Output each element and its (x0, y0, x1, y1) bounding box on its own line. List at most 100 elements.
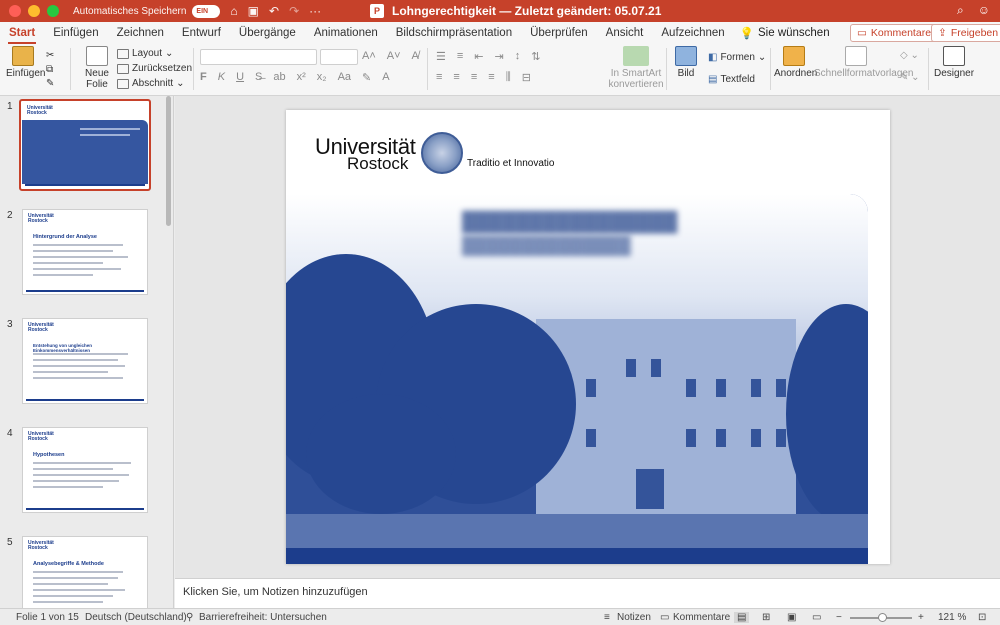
fit-slide-icon[interactable]: ⊡ (978, 612, 986, 623)
line-spacing-icon[interactable]: ↕ (515, 50, 521, 63)
close-window-button[interactable] (9, 5, 21, 17)
normal-view-icon[interactable]: ▤ (734, 612, 750, 623)
outdent-icon[interactable]: ⇤ (474, 50, 483, 63)
format-painter-icon[interactable]: ✎ (46, 78, 54, 89)
strikethrough-icon[interactable]: S̶ (255, 71, 262, 84)
highlight-icon[interactable]: ✎ (362, 71, 371, 84)
font-color-icon[interactable]: A (382, 71, 389, 84)
tab-design[interactable]: Entwurf (173, 22, 230, 44)
title-photo: ████████████████ ██████████████ (286, 194, 868, 548)
layout-button[interactable]: Layout ⌄ (117, 48, 173, 59)
tab-review[interactable]: Überprüfen (521, 22, 597, 44)
align-tools: ≡ ≡ ≡ ≡ ⫼ ⊟ (436, 71, 531, 84)
slide-thumbnail-4[interactable]: Universität Rostock Hypothesen (22, 427, 148, 513)
save-icon[interactable]: ▣ (248, 4, 259, 18)
tab-slideshow[interactable]: Bildschirmpräsentation (387, 22, 521, 44)
home-icon[interactable]: ⌂ (230, 4, 237, 18)
align-right-icon[interactable]: ≡ (471, 71, 477, 84)
tab-animations[interactable]: Animationen (305, 22, 387, 44)
bullet-list-icon[interactable]: ☰ (436, 50, 446, 63)
reading-view-icon[interactable]: ▣ (787, 612, 796, 623)
font-name-field[interactable] (200, 49, 317, 65)
columns-icon[interactable]: ⫼ (506, 71, 511, 84)
slide-thumbnail-5[interactable]: Universität Rostock Analysebegriffe & Met… (22, 536, 148, 608)
tab-view[interactable]: Ansicht (597, 22, 653, 44)
more-icon[interactable]: ··· (309, 4, 321, 18)
quick-styles-button[interactable]: Schnellformatvorlagen (814, 46, 914, 79)
zoom-in-icon[interactable]: + (918, 612, 924, 623)
indent-icon[interactable]: ⇥ (495, 50, 504, 63)
zoom-window-button[interactable] (47, 5, 59, 17)
slide-thumbnail-1[interactable]: Universität Rostock (19, 99, 151, 191)
tab-record[interactable]: Aufzeichnen (652, 22, 733, 44)
case-icon[interactable]: Aa (338, 71, 351, 84)
accessibility-status[interactable]: Barrierefreiheit: Untersuchen (199, 612, 327, 623)
copy-icon[interactable]: ⧉ (46, 64, 53, 75)
language-status[interactable]: Deutsch (Deutschland) (85, 612, 187, 623)
align-center-icon[interactable]: ≡ (453, 71, 459, 84)
redo-icon[interactable]: ↷ (289, 4, 299, 18)
arrange-button[interactable]: Anordnen (774, 46, 817, 79)
tell-me[interactable]: 💡 Sie wünschen (740, 26, 830, 40)
layout-icon (117, 48, 129, 59)
photo-building (536, 319, 796, 519)
subscript-icon[interactable]: x₂ (317, 71, 327, 84)
shapes-button[interactable]: ◧ Formen ⌄ (708, 52, 766, 63)
slide-thumbnail-3[interactable]: Universität Rostock Entstehung von unglei… (22, 318, 148, 404)
tab-draw[interactable]: Zeichnen (108, 22, 173, 44)
reset-button[interactable]: Zurücksetzen (117, 63, 192, 74)
font-size-field[interactable] (320, 49, 358, 65)
zoom-out-icon[interactable]: − (836, 612, 842, 623)
window-controls (9, 5, 59, 17)
paste-button[interactable]: Einfügen (6, 46, 45, 79)
thumbnail-logo: Universität Rostock (28, 322, 54, 333)
tab-insert[interactable]: Einfügen (44, 22, 107, 44)
notes-toggle[interactable]: Notizen (617, 612, 651, 623)
autosave-toggle[interactable]: EIN (192, 4, 221, 18)
undo-icon[interactable]: ↶ (269, 4, 279, 18)
grow-font-icon[interactable]: A˄ (362, 50, 376, 62)
fill-icon[interactable]: ◇ ⌄ (900, 50, 919, 61)
align-text-icon[interactable]: ⊟ (522, 71, 531, 84)
sorter-view-icon[interactable]: ⊞ (762, 612, 770, 623)
new-slide-button[interactable]: Neue Folie (80, 46, 114, 90)
italic-icon[interactable]: K (218, 71, 225, 84)
smartart-button[interactable]: In SmartArt konvertieren (606, 46, 666, 90)
minimize-window-button[interactable] (28, 5, 40, 17)
account-icon[interactable]: ☺ (978, 3, 990, 18)
numbered-list-icon[interactable]: ≡ (457, 50, 463, 63)
search-icon[interactable]: ⌕ (957, 3, 964, 18)
bold-icon[interactable]: F (200, 71, 207, 84)
textbox-button[interactable]: ▤ Textfeld (708, 74, 755, 85)
outline-icon[interactable]: ✎ ⌄ (900, 72, 920, 83)
comments-button[interactable]: ▭ Kommentare (850, 24, 939, 42)
thumbnail-logo: Universität Rostock (28, 540, 54, 551)
thumbnail-text (33, 589, 125, 591)
tab-transitions[interactable]: Übergänge (230, 22, 305, 44)
quick-styles-label: Schnellformatvorlagen (814, 68, 914, 79)
current-slide[interactable]: Universität Rostock Traditio et Innovati… (286, 110, 890, 564)
superscript-icon[interactable]: x² (297, 71, 306, 84)
notes-pane[interactable]: Klicken Sie, um Notizen hinzuzufügen (175, 578, 1000, 608)
justify-icon[interactable]: ≡ (488, 71, 494, 84)
align-left-icon[interactable]: ≡ (436, 71, 442, 84)
tab-start[interactable]: Start (0, 22, 44, 44)
text-direction-icon[interactable]: ⇅ (531, 50, 540, 63)
underline-icon[interactable]: U (236, 71, 244, 84)
shrink-font-icon[interactable]: A˅ (387, 50, 401, 62)
slideshow-view-icon[interactable]: ▭ (812, 612, 821, 623)
zoom-level[interactable]: 121 % (938, 612, 966, 623)
slide-thumbnail-2[interactable]: Universität Rostock Hintergrund der Analy… (22, 209, 148, 295)
thumbnails-scrollbar[interactable] (166, 96, 171, 226)
cut-icon[interactable]: ✂ (46, 50, 54, 61)
zoom-slider-knob[interactable] (878, 613, 887, 622)
picture-button[interactable]: Bild (672, 46, 700, 79)
document-title[interactable]: Lohngerechtigkeit — Zuletzt geändert: 05… (392, 4, 661, 18)
share-button[interactable]: ⇪ Freigeben (931, 24, 1000, 42)
thumbnail-text (33, 480, 119, 482)
section-button[interactable]: Abschnitt ⌄ (117, 78, 185, 89)
spacing-icon[interactable]: ab (273, 71, 285, 84)
designer-button[interactable]: Designer (934, 46, 974, 79)
comments-toggle[interactable]: Kommentare (673, 612, 730, 623)
clear-format-icon[interactable]: A̸ (412, 50, 419, 62)
